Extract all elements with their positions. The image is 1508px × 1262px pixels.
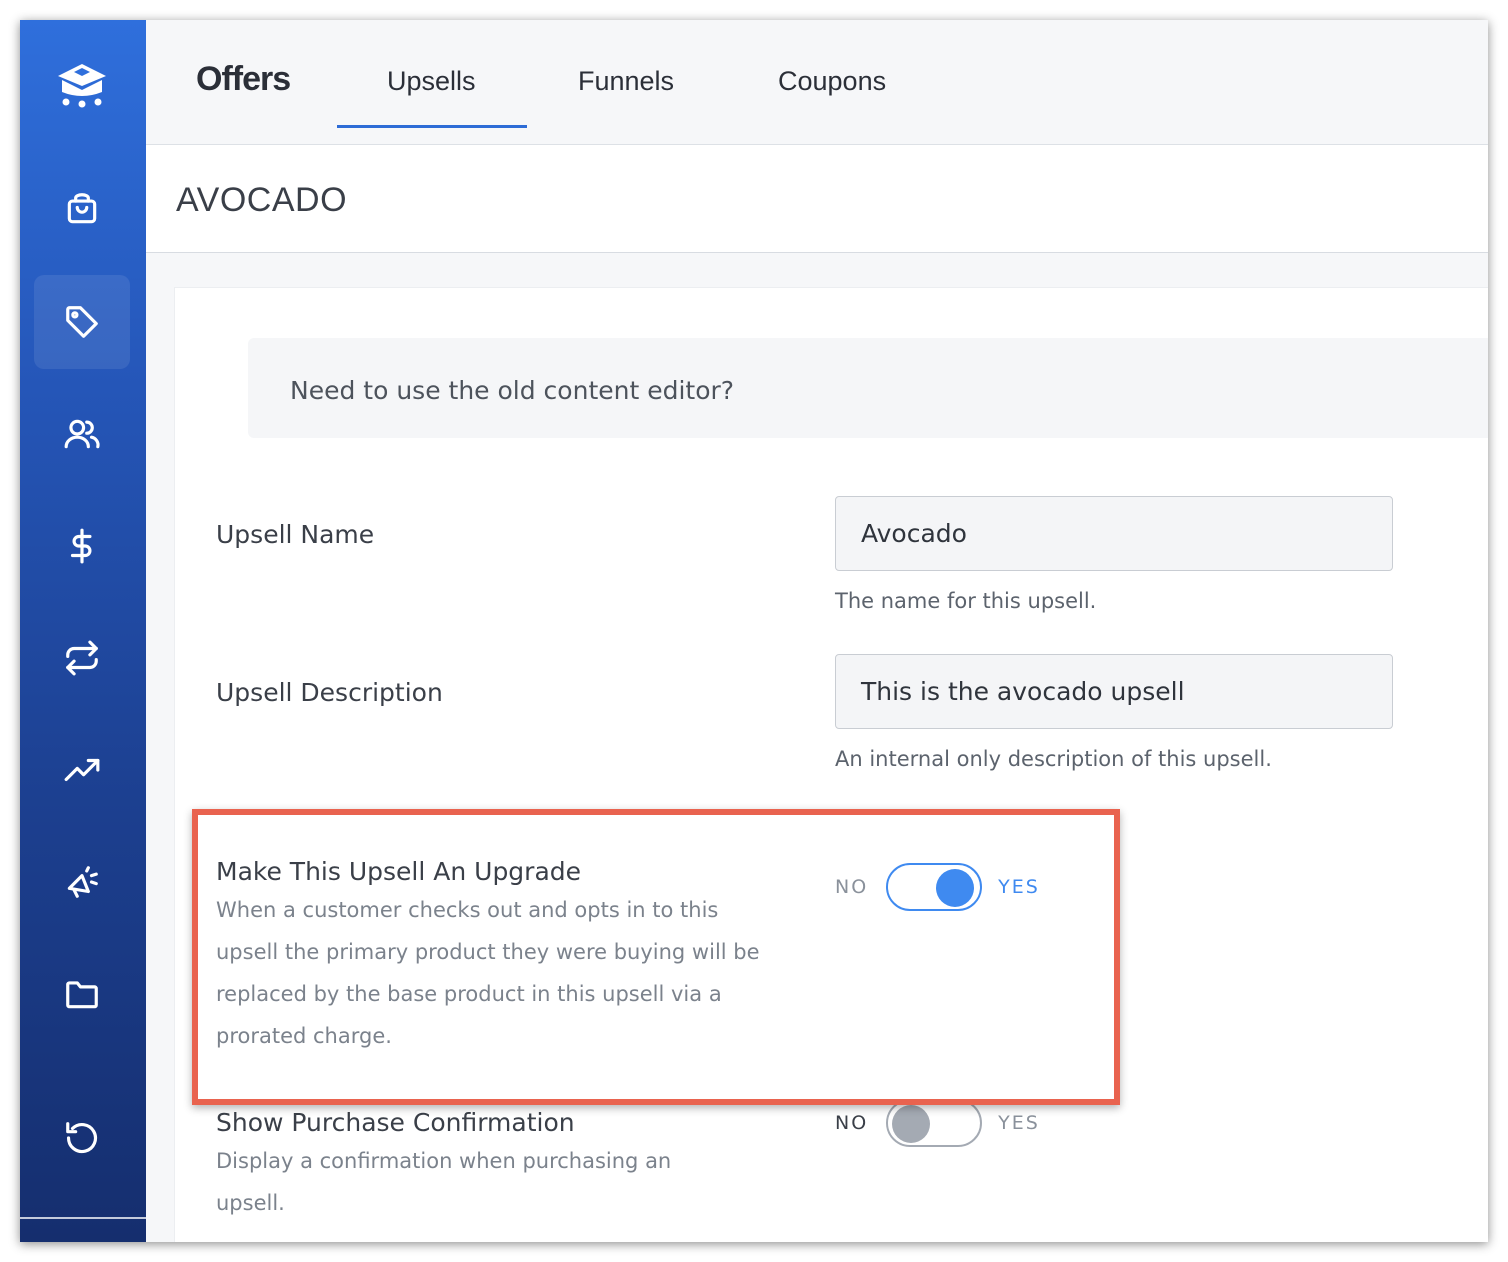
- upsell-description-input[interactable]: This is the avocado upsell: [835, 654, 1393, 729]
- active-tab-indicator: [337, 125, 527, 128]
- toggle-no-label: NO: [835, 876, 869, 898]
- shopping-bag-icon: [67, 193, 97, 224]
- sidebar-item-analytics[interactable]: [34, 723, 130, 817]
- folder-icon: [66, 981, 98, 1009]
- old-editor-notice[interactable]: Need to use the old content editor?: [248, 338, 1488, 438]
- trending-up-icon: [64, 758, 100, 782]
- upgrade-setting-description: When a customer checks out and opts in t…: [216, 898, 760, 1048]
- store-logo-icon[interactable]: [50, 50, 114, 114]
- upgrade-setting-title: Make This Upsell An Upgrade: [216, 857, 582, 886]
- section-title: Offers: [196, 60, 291, 98]
- old-editor-link[interactable]: Need to use the old content editor?: [290, 376, 734, 405]
- top-navigation: Offers Upsells Funnels Coupons: [146, 20, 1488, 145]
- sidebar-item-offers[interactable]: [34, 275, 130, 369]
- upsell-description-label: Upsell Description: [216, 678, 443, 707]
- tab-funnels[interactable]: Funnels: [578, 66, 674, 97]
- history-icon: [66, 1122, 98, 1154]
- upgrade-toggle-row: NO YES: [835, 862, 1040, 912]
- sidebar-item-history[interactable]: [34, 1091, 130, 1185]
- upsell-name-input[interactable]: Avocado: [835, 496, 1393, 571]
- sidebar-item-sales[interactable]: [34, 499, 130, 593]
- toggle-knob: [892, 1105, 931, 1143]
- sidebar-item-subscriptions[interactable]: [34, 611, 130, 705]
- sidebar-item-customers[interactable]: [34, 387, 130, 481]
- dollar-icon: [70, 528, 92, 564]
- sidebar-item-products[interactable]: [34, 162, 130, 256]
- tag-icon: [66, 306, 98, 338]
- page-title: AVOCADO: [176, 181, 348, 219]
- upgrade-toggle[interactable]: [886, 863, 983, 911]
- megaphone-icon: [67, 866, 98, 898]
- upsell-description-help: An internal only description of this ups…: [835, 747, 1272, 771]
- app-window: Offers Upsells Funnels Coupons AVOCADO N…: [20, 20, 1488, 1242]
- sidebar: [20, 20, 146, 1242]
- tab-coupons[interactable]: Coupons: [778, 66, 886, 97]
- page-header: AVOCADO: [146, 145, 1488, 253]
- repeat-icon: [66, 640, 98, 676]
- toggle-yes-label: YES: [998, 1112, 1040, 1134]
- purchase-confirmation-description: Display a confirmation when purchasing a…: [216, 1149, 672, 1215]
- sidebar-item-files[interactable]: [34, 947, 130, 1041]
- purchase-confirmation-title: Show Purchase Confirmation: [216, 1108, 575, 1137]
- toggle-yes-label: YES: [998, 876, 1040, 898]
- purchase-confirmation-toggle[interactable]: [886, 1099, 983, 1147]
- toggle-no-label: NO: [835, 1112, 869, 1134]
- toggle-knob: [936, 869, 975, 907]
- users-icon: [64, 419, 100, 449]
- upsell-name-label: Upsell Name: [216, 520, 375, 549]
- purchase-confirmation-toggle-row: NO YES: [835, 1098, 1040, 1148]
- sidebar-item-marketing[interactable]: [34, 835, 130, 929]
- upsell-name-help: The name for this upsell.: [835, 589, 1097, 613]
- tab-upsells[interactable]: Upsells: [387, 66, 476, 97]
- sidebar-divider: [20, 1217, 146, 1219]
- upgrade-setting-highlight: Make This Upsell An Upgrade When a custo…: [192, 809, 1120, 1105]
